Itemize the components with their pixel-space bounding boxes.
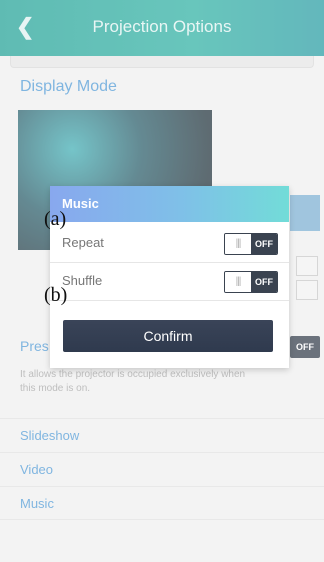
divider: [50, 262, 289, 263]
dialog-title: Music: [50, 186, 289, 222]
toggle-knob: |||: [225, 234, 251, 254]
toggle-knob: |||: [225, 272, 251, 292]
toggle-state: OFF: [251, 272, 277, 292]
confirm-button[interactable]: Confirm: [63, 320, 273, 352]
annotation-a: (a): [44, 208, 67, 230]
repeat-row: Repeat ||| OFF: [50, 226, 289, 260]
music-dialog: Music Repeat ||| OFF Shuffle ||| OFF Con…: [50, 186, 289, 368]
annotation-b: (b): [44, 284, 68, 306]
repeat-toggle[interactable]: ||| OFF: [224, 233, 278, 255]
shuffle-toggle[interactable]: ||| OFF: [224, 271, 278, 293]
shuffle-label: Shuffle: [62, 273, 103, 288]
repeat-label: Repeat: [62, 235, 104, 250]
divider: [50, 300, 289, 301]
toggle-state: OFF: [251, 234, 277, 254]
shuffle-row: Shuffle ||| OFF: [50, 264, 289, 298]
